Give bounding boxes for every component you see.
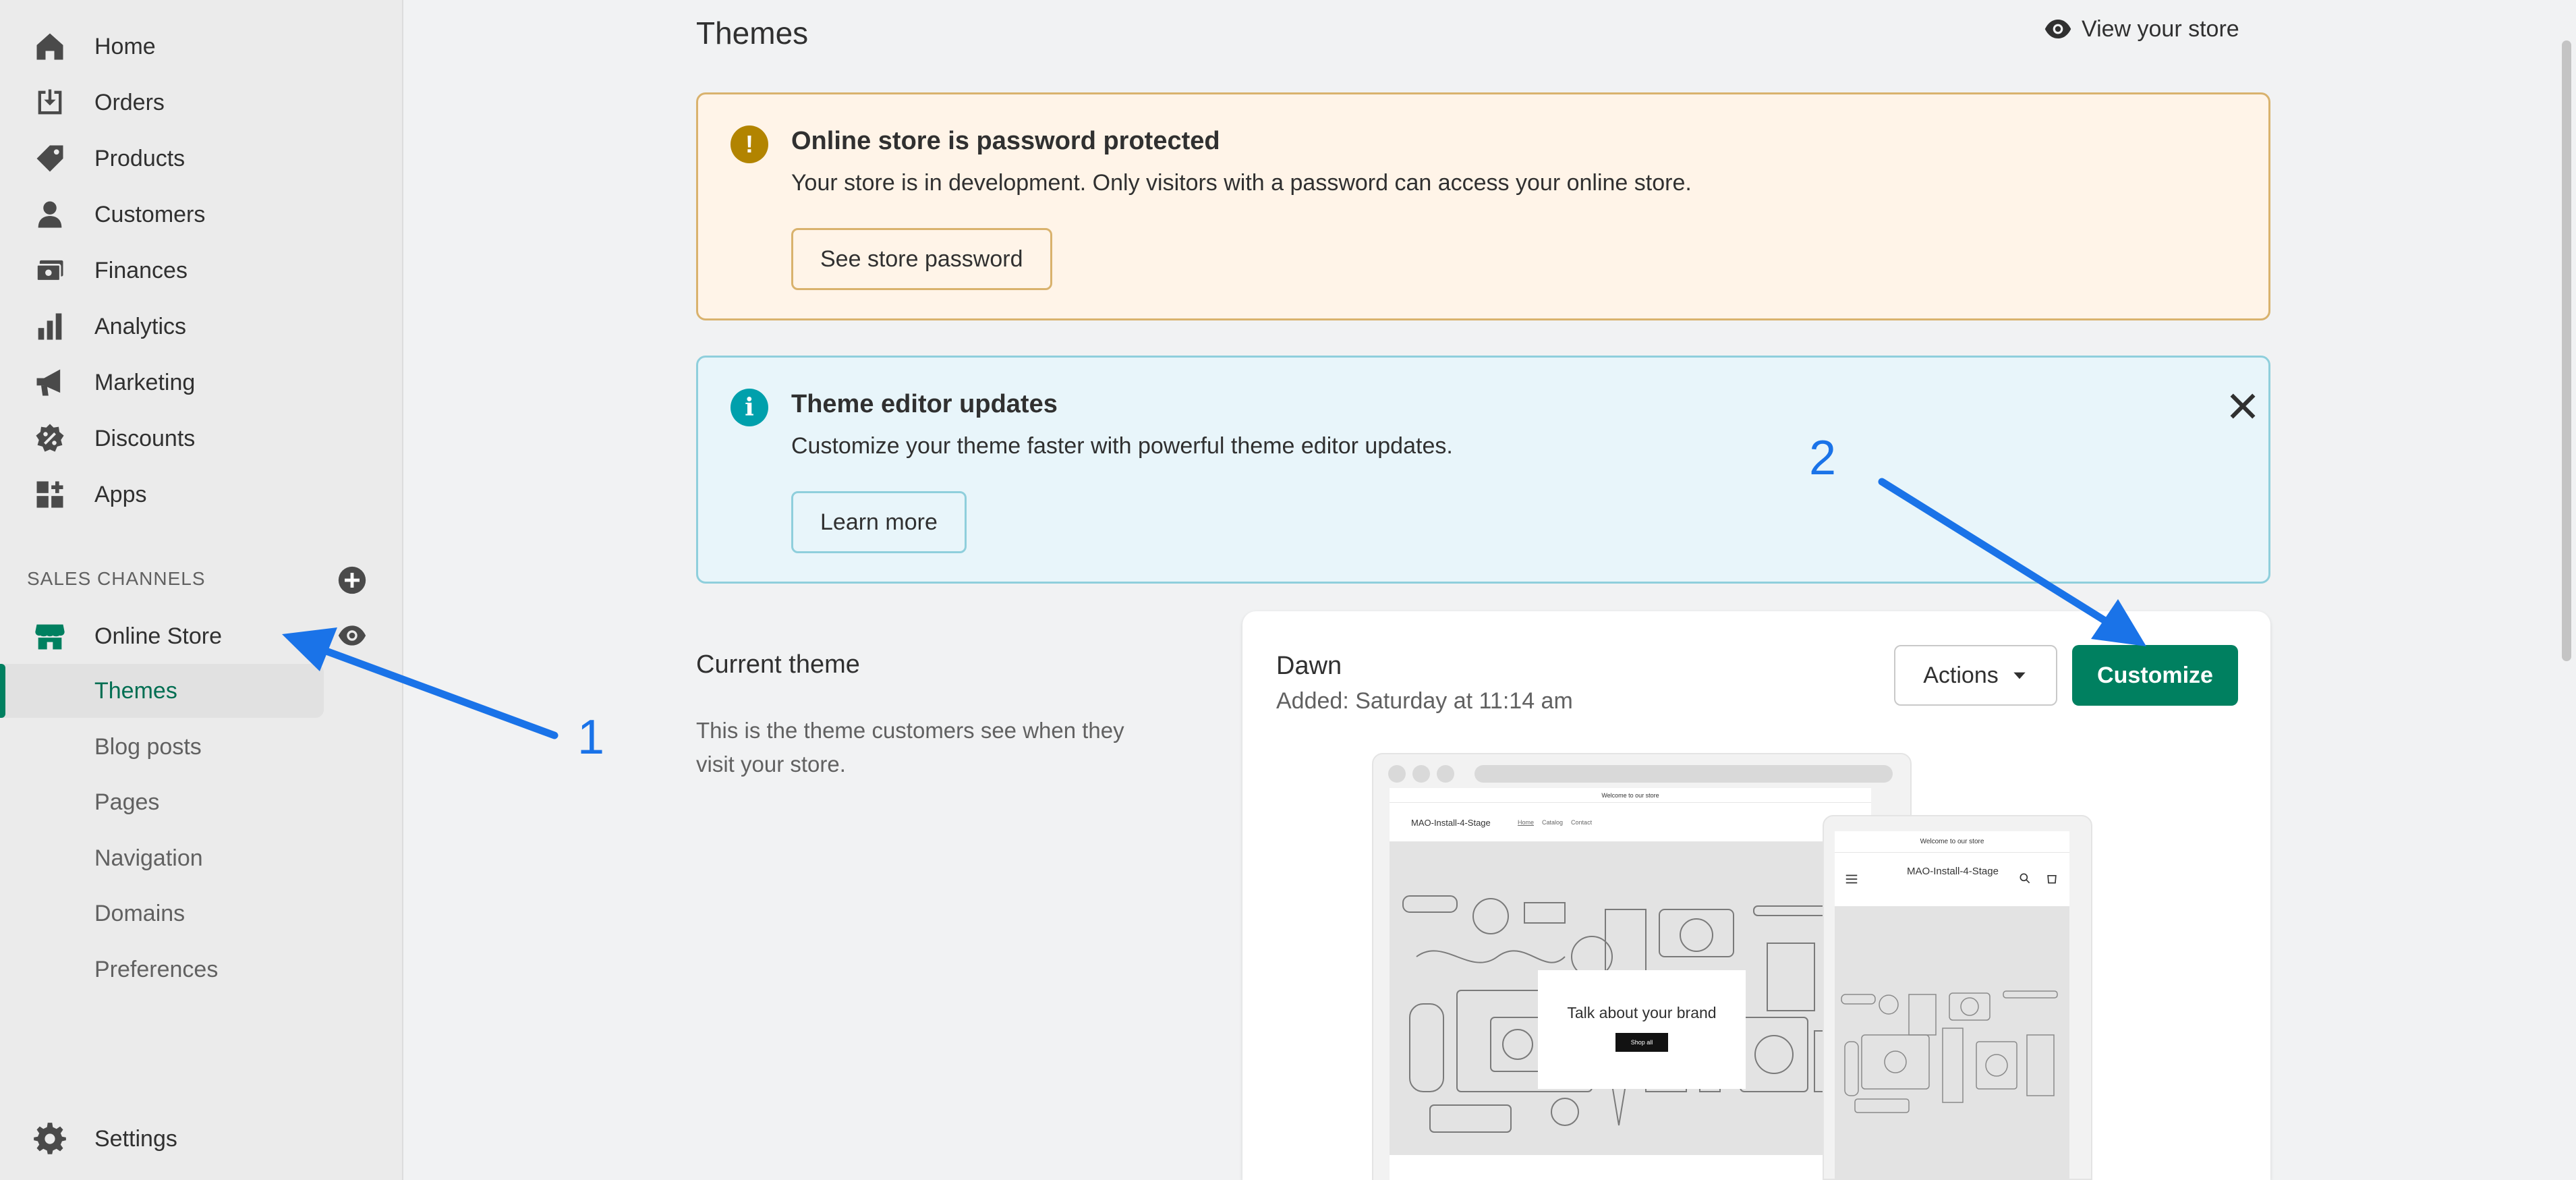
current-theme-heading: Current theme xyxy=(696,650,860,679)
tag-icon xyxy=(36,145,63,172)
add-channel-icon[interactable] xyxy=(337,565,367,595)
banner-text: Customize your theme faster with powerfu… xyxy=(791,433,1453,459)
sub-item-domains-label: Domains xyxy=(94,900,185,926)
nav-orders[interactable]: Orders xyxy=(0,75,403,130)
desktop-site: Welcome to our store MAO-Install-4-Stage… xyxy=(1390,788,1871,1180)
nav-settings[interactable]: Settings xyxy=(0,1111,403,1167)
mobile-preview: Welcome to our store MAO-Install-4-Stage xyxy=(1823,815,2092,1180)
nav-customers-label: Customers xyxy=(94,201,206,227)
mobile-site-header: MAO-Install-4-Stage xyxy=(1835,853,2069,907)
alert-icon: ! xyxy=(731,125,768,163)
nav-settings-label: Settings xyxy=(94,1125,177,1152)
sub-item-blog-posts[interactable]: Blog posts xyxy=(0,720,324,774)
nav-analytics[interactable]: Analytics xyxy=(0,299,403,354)
nav-marketing-label: Marketing xyxy=(94,369,196,395)
see-store-password-button[interactable]: See store password xyxy=(791,228,1052,290)
hamburger-menu-icon xyxy=(1845,874,1858,884)
theme-editor-updates-banner: i Theme editor updates Customize your th… xyxy=(696,356,2270,584)
sales-channels-heading: SALES CHANNELS xyxy=(27,568,206,589)
nav-products-label: Products xyxy=(94,145,185,171)
sub-item-preferences-label: Preferences xyxy=(94,956,219,982)
sub-item-navigation-label: Navigation xyxy=(94,845,203,871)
nav-apps[interactable]: Apps xyxy=(0,467,403,522)
learn-more-button[interactable]: Learn more xyxy=(791,491,967,553)
nav-discounts-label: Discounts xyxy=(94,425,196,451)
gear-icon xyxy=(34,1123,66,1154)
annotation-label-1: 1 xyxy=(577,710,605,764)
actions-button[interactable]: Actions xyxy=(1894,645,2057,706)
nav-customers[interactable]: Customers xyxy=(0,187,403,242)
sub-item-navigation[interactable]: Navigation xyxy=(0,831,324,885)
banner-text: Your store is in development. Only visit… xyxy=(791,170,1692,196)
orders-icon xyxy=(38,89,62,115)
nav-apps-label: Apps xyxy=(94,481,147,507)
caret-down-icon xyxy=(2013,672,2026,679)
nav-home-label: Home xyxy=(94,33,156,59)
site-menu-item: Contact xyxy=(1571,819,1593,826)
search-icon xyxy=(2020,873,2030,884)
apps-icon xyxy=(36,481,63,508)
page-title: Themes xyxy=(696,16,809,51)
site-menu-item: Catalog xyxy=(1542,819,1564,826)
sub-item-blog-posts-label: Blog posts xyxy=(94,733,202,760)
bar-chart-icon xyxy=(38,313,62,340)
finances-icon xyxy=(36,260,63,282)
annotation-label-2: 2 xyxy=(1809,431,1837,485)
nav-home[interactable]: Home xyxy=(0,19,403,74)
site-header: MAO-Install-4-Stage Home Catalog Contact xyxy=(1390,803,1871,842)
sub-item-pages[interactable]: Pages xyxy=(0,775,324,829)
sub-item-domains[interactable]: Domains xyxy=(0,887,324,940)
nav-finances-label: Finances xyxy=(94,257,188,283)
sub-item-pages-label: Pages xyxy=(94,789,160,815)
scrollbar[interactable] xyxy=(2562,40,2571,661)
banner-title: Theme editor updates xyxy=(791,390,1058,418)
shop-all-button: Shop all xyxy=(1615,1033,1668,1052)
camera-illustration xyxy=(1841,990,2058,1113)
discount-icon xyxy=(36,424,64,452)
mobile-hero-image xyxy=(1835,907,2069,1180)
view-store-label: View your store xyxy=(2082,16,2239,42)
sub-item-themes[interactable]: Themes xyxy=(0,664,324,718)
mobile-site-brand: MAO-Install-4-Stage xyxy=(1907,866,1999,877)
nav-analytics-label: Analytics xyxy=(94,313,187,339)
customize-button[interactable]: Customize xyxy=(2072,645,2238,706)
hero-heading: Talk about your brand xyxy=(1567,1004,1717,1021)
theme-added-date: Added: Saturday at 11:14 am xyxy=(1276,688,1573,714)
nav-marketing[interactable]: Marketing xyxy=(0,355,403,410)
person-icon xyxy=(38,201,62,228)
sub-item-preferences[interactable]: Preferences xyxy=(0,943,324,996)
nav-products[interactable]: Products xyxy=(0,131,403,186)
actions-label: Actions xyxy=(1923,662,1999,688)
nav-orders-label: Orders xyxy=(94,89,165,115)
site-menu-item: Home xyxy=(1518,819,1535,826)
banner-title: Online store is password protected xyxy=(791,127,1220,155)
current-theme-description: This is the theme customers see when the… xyxy=(696,718,1124,777)
site-menu: Home Catalog Contact xyxy=(1518,819,1592,826)
eye-icon xyxy=(2044,20,2071,38)
theme-card: Dawn Added: Saturday at 11:14 am Actions… xyxy=(1242,611,2270,1180)
announcement-bar: Welcome to our store xyxy=(1390,788,1871,803)
info-icon: i xyxy=(731,389,768,426)
nav-online-store-label: Online Store xyxy=(94,623,222,649)
mobile-site: Welcome to our store MAO-Install-4-Stage xyxy=(1835,831,2069,1180)
eye-icon[interactable] xyxy=(337,621,367,650)
nav-discounts[interactable]: Discounts xyxy=(0,411,403,466)
site-brand: MAO-Install-4-Stage xyxy=(1411,818,1491,828)
theme-name: Dawn xyxy=(1276,652,1342,680)
hero-textbox: Talk about your brand Shop all xyxy=(1538,970,1746,1089)
cart-icon xyxy=(2047,875,2057,884)
megaphone-icon xyxy=(36,369,61,396)
home-icon xyxy=(36,33,63,60)
password-protected-banner: ! Online store is password protected You… xyxy=(696,92,2270,320)
url-bar xyxy=(1475,765,1893,783)
sub-item-themes-label: Themes xyxy=(94,677,177,704)
store-icon xyxy=(35,624,65,650)
close-icon[interactable] xyxy=(2224,387,2262,425)
mobile-announcement-bar: Welcome to our store xyxy=(1835,831,2069,853)
sidebar: Home Orders Products Customers Finances … xyxy=(0,0,403,1180)
nav-finances[interactable]: Finances xyxy=(0,243,403,298)
view-store-link[interactable]: View your store xyxy=(2044,15,2239,43)
